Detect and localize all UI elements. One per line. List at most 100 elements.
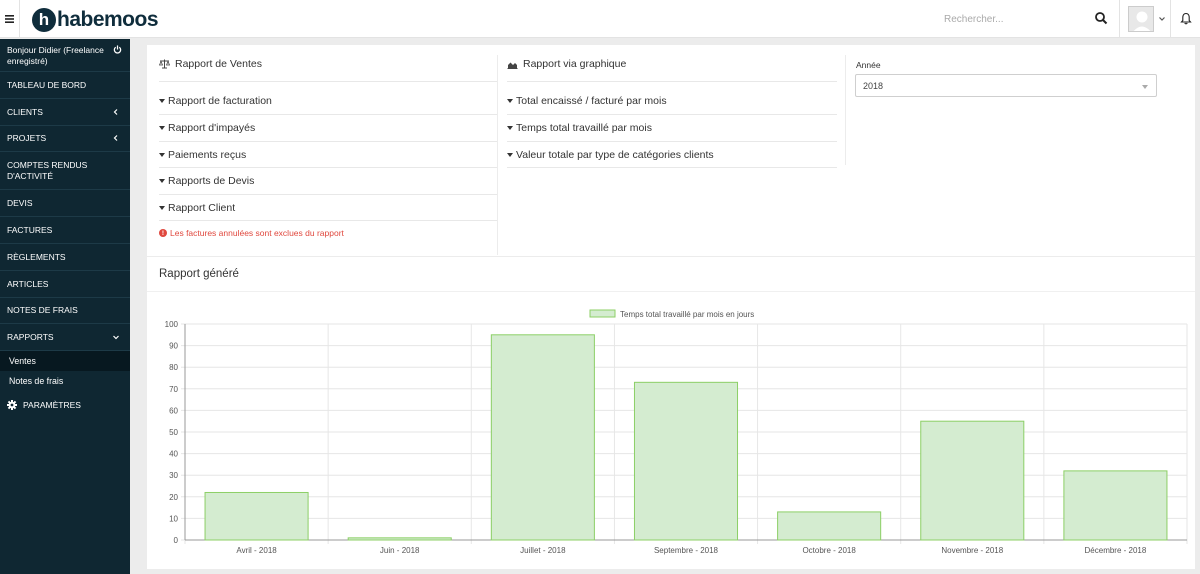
column-separator	[845, 55, 846, 165]
report-link-label: Rapport de facturation	[168, 95, 272, 107]
user-greeting: Bonjour Didier (Freelance enregistré)	[0, 39, 130, 72]
bell-icon[interactable]	[1180, 12, 1192, 25]
sidebar-item-label: NOTES DE FRAIS	[7, 305, 78, 316]
time-worked-chart: 0 10 20 30 40 50 60 70 80 90 100 Avril - 2018 Juin -…	[147, 300, 1195, 565]
y-tick-label: 80	[169, 363, 178, 372]
caret-down-icon	[1142, 85, 1148, 89]
sidebar-item-activity-reports[interactable]: COMPTES RENDUS D'ACTIVITÉ	[0, 152, 130, 191]
report-link-label: Rapport Client	[168, 202, 236, 214]
sidebar-item-label: RÈGLEMENTS	[7, 251, 66, 262]
search-icon[interactable]	[1094, 11, 1108, 25]
legend-label: Temps total travaillé par mois en jours	[620, 310, 754, 319]
sidebar-item-label: RAPPORTS	[7, 332, 54, 343]
divider	[507, 114, 837, 115]
y-tick-label: 0	[174, 536, 179, 545]
chart-link-category-value[interactable]: Valeur totale par type de catégories cli…	[507, 149, 714, 161]
sidebar-subitem-label: Notes de frais	[9, 376, 64, 387]
sidebar: Bonjour Didier (Freelance enregistré) TA…	[0, 39, 130, 574]
x-tick-label: Juillet - 2018	[520, 546, 566, 555]
report-link-payments[interactable]: Paiements reçus	[159, 149, 246, 161]
logo-mark: h	[32, 8, 56, 32]
balance-scale-icon	[159, 59, 170, 69]
y-tick-label: 90	[169, 342, 178, 351]
divider	[147, 256, 1195, 257]
caret-down-icon	[159, 153, 165, 157]
chart-link-label: Temps total travaillé par mois	[516, 122, 652, 134]
report-link-billing[interactable]: Rapport de facturation	[159, 95, 272, 107]
sidebar-item-settings[interactable]: PARAMÈTRES	[0, 391, 130, 418]
chart-report-title: Rapport via graphique	[523, 58, 627, 70]
sidebar-item-label: DEVIS	[7, 198, 33, 209]
y-tick-label: 20	[169, 493, 178, 502]
exclamation-circle-icon: !	[159, 229, 167, 237]
divider	[159, 194, 497, 195]
sidebar-subitem-expense-notes[interactable]: Notes de frais	[0, 371, 130, 391]
generated-report-title: Rapport généré	[159, 268, 239, 280]
year-select-value: 2018	[863, 80, 884, 91]
sidebar-item-label: ARTICLES	[7, 278, 49, 289]
report-link-unpaid[interactable]: Rapport d'impayés	[159, 122, 255, 134]
sidebar-subitem-sales[interactable]: Ventes	[0, 351, 130, 372]
area-chart-icon	[507, 62, 518, 69]
chart-link-label: Total encaissé / facturé par mois	[516, 95, 667, 107]
report-link-label: Rapport d'impayés	[168, 122, 256, 134]
divider	[159, 220, 497, 221]
caret-down-icon	[159, 126, 165, 130]
x-tick-label: Décembre - 2018	[1085, 546, 1147, 555]
chart-report-heading: Rapport via graphique	[507, 58, 626, 70]
sidebar-subitem-label: Ventes	[9, 356, 36, 367]
caret-down-icon	[159, 99, 165, 103]
column-separator	[497, 55, 498, 255]
bar	[1063, 470, 1168, 541]
report-link-client[interactable]: Rapport Client	[159, 202, 235, 214]
bar	[347, 537, 452, 541]
sales-report-title: Rapport de Ventes	[175, 58, 262, 70]
bar	[633, 381, 739, 541]
power-icon[interactable]	[113, 45, 122, 54]
gear-icon	[7, 399, 17, 410]
sidebar-item-expenses[interactable]: NOTES DE FRAIS	[0, 298, 130, 325]
sidebar-item-label: TABLEAU DE BORD	[7, 79, 87, 90]
divider	[159, 81, 497, 82]
avatar[interactable]	[1128, 6, 1154, 32]
divider	[159, 141, 497, 142]
chart-link-total-billed[interactable]: Total encaissé / facturé par mois	[507, 95, 667, 107]
sidebar-item-articles[interactable]: ARTICLES	[0, 271, 130, 298]
sidebar-item-label: FACTURES	[7, 225, 53, 236]
divider	[159, 167, 497, 168]
year-select[interactable]: 2018	[855, 74, 1157, 97]
divider	[507, 167, 837, 168]
y-tick-label: 100	[165, 320, 179, 329]
sidebar-item-payments[interactable]: RÈGLEMENTS	[0, 244, 130, 271]
sidebar-item-dashboard[interactable]: TABLEAU DE BORD	[0, 72, 130, 99]
divider	[1170, 0, 1171, 38]
sidebar-item-label: COMPTES RENDUS D'ACTIVITÉ	[7, 159, 88, 181]
chevron-down-icon[interactable]	[1158, 15, 1166, 23]
x-tick-label: Novembre - 2018	[941, 546, 1003, 555]
bar	[777, 511, 882, 541]
bar	[490, 334, 595, 541]
sidebar-item-projects[interactable]: PROJETS	[0, 126, 130, 153]
menu-toggle-button[interactable]	[0, 0, 20, 38]
logo[interactable]: h habemoos	[32, 7, 159, 33]
logo-text: habemoos	[57, 8, 159, 31]
caret-down-icon	[507, 126, 513, 130]
x-tick-label: Octobre - 2018	[802, 546, 856, 555]
hamburger-icon	[5, 15, 14, 23]
sidebar-item-invoices[interactable]: FACTURES	[0, 217, 130, 244]
x-tick-label: Septembre - 2018	[654, 546, 719, 555]
caret-down-icon	[159, 206, 165, 210]
y-tick-label: 30	[169, 471, 178, 480]
divider	[147, 291, 1195, 292]
chart-link-time-worked[interactable]: Temps total travaillé par mois	[507, 122, 652, 134]
caret-down-icon	[507, 153, 513, 157]
report-panel: Rapport de Ventes Rapport de facturation…	[147, 45, 1195, 569]
search-input[interactable]	[936, 9, 1086, 29]
report-link-quotes[interactable]: Rapports de Devis	[159, 175, 254, 187]
sidebar-item-quotes[interactable]: DEVIS	[0, 190, 130, 218]
sidebar-item-reports[interactable]: RAPPORTS	[0, 324, 130, 352]
y-tick-label: 10	[169, 514, 178, 523]
sidebar-item-clients[interactable]: CLIENTS	[0, 99, 130, 126]
x-tick-label: Avril - 2018	[236, 546, 277, 555]
report-link-label: Paiements reçus	[168, 149, 247, 161]
